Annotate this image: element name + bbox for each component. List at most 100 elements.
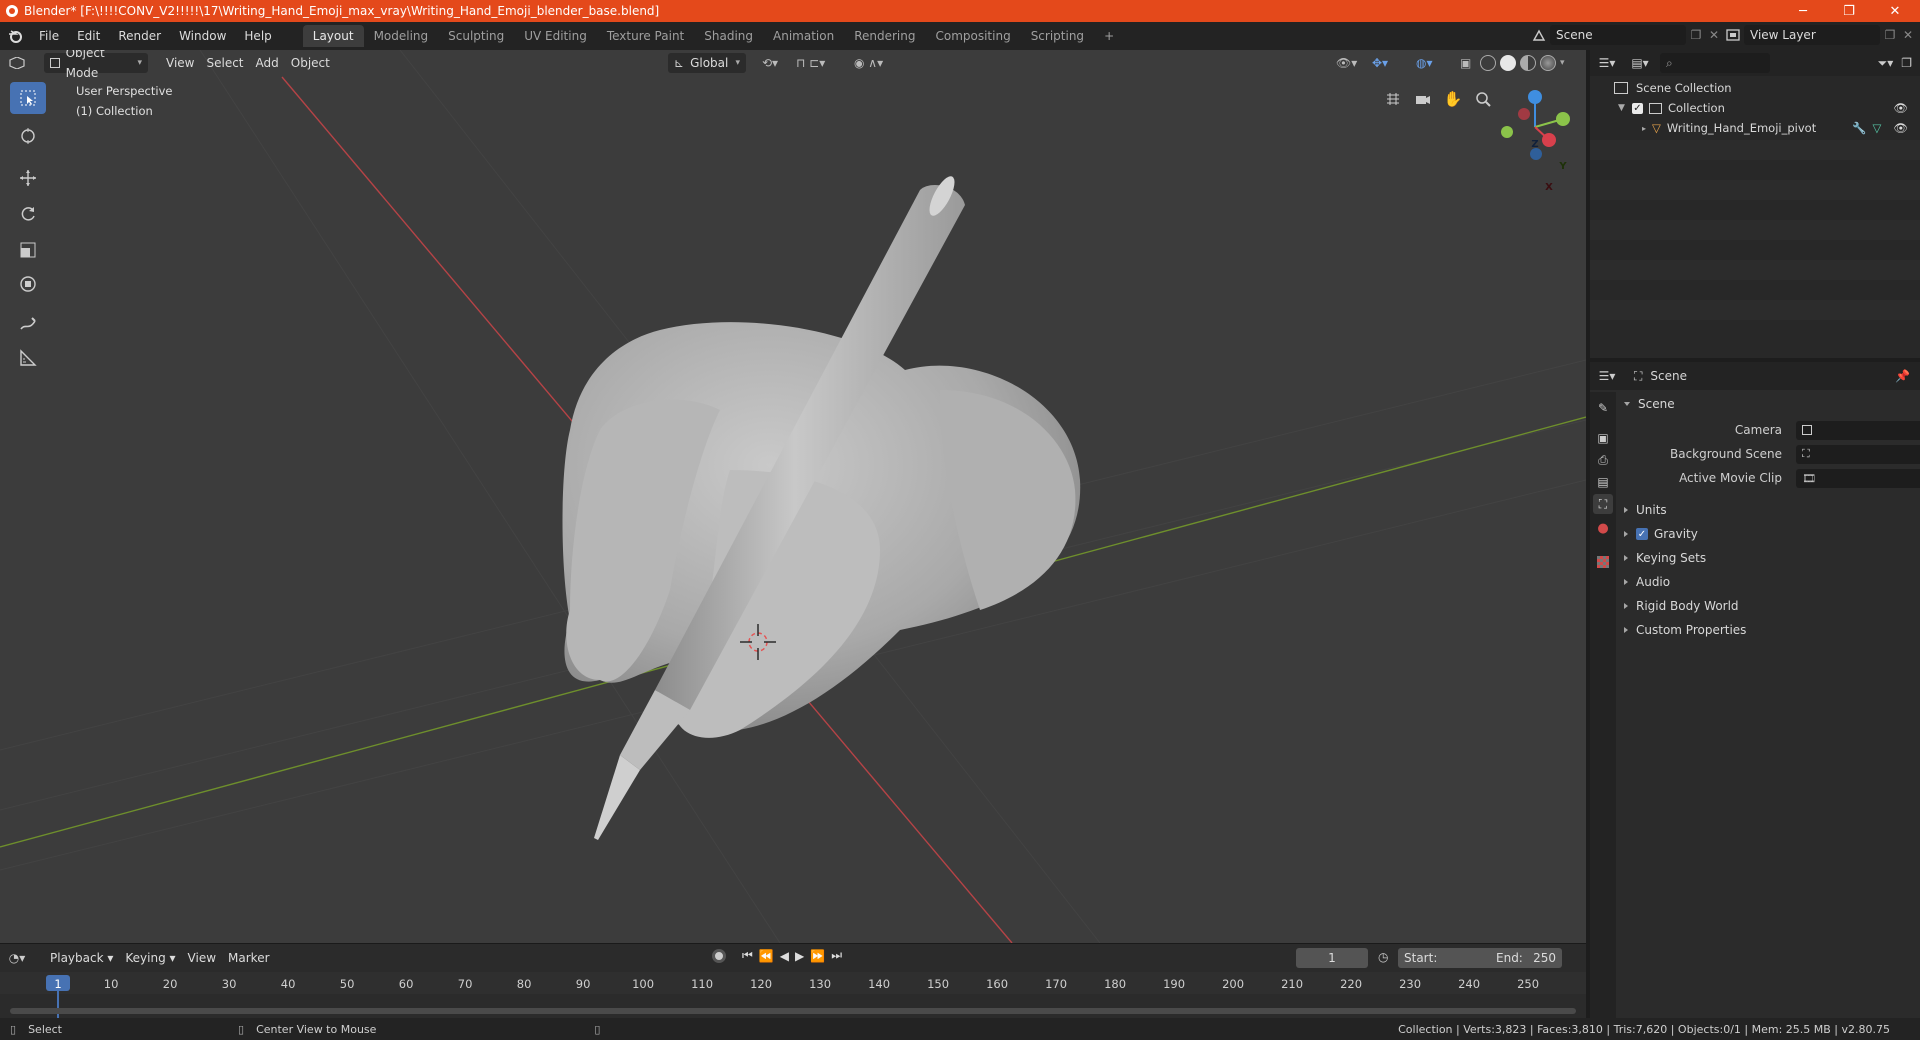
world-tab-icon[interactable]: ● — [1593, 518, 1613, 538]
scene-tab-icon[interactable]: ⛶ — [1593, 494, 1613, 514]
view-layer-icon[interactable] — [1722, 29, 1744, 41]
jump-keyframe-back-button[interactable]: ⏪ — [759, 949, 774, 963]
menu-window[interactable]: Window — [170, 25, 235, 47]
visibility-icon[interactable]: 👁▾ — [1330, 53, 1363, 73]
proportional-editing-icon[interactable]: ◉ ∧▾ — [848, 53, 889, 73]
scene-name-field[interactable]: Scene — [1550, 25, 1686, 45]
units-panel-header[interactable]: Units — [1624, 498, 1920, 522]
timeline-menu-view[interactable]: View — [182, 948, 222, 968]
blender-menu-icon[interactable] — [0, 29, 30, 43]
jump-end-button[interactable]: ⏭ — [831, 948, 842, 963]
rigid-body-world-panel-header[interactable]: Rigid Body World — [1624, 594, 1920, 618]
tab-uv-editing[interactable]: UV Editing — [514, 25, 597, 47]
overlays-icon[interactable]: ◍▾ — [1410, 53, 1439, 73]
record-button[interactable] — [712, 948, 726, 963]
audio-panel-header[interactable]: Audio — [1624, 570, 1920, 594]
snap-icon[interactable]: ⊓ ⊏▾ — [790, 53, 831, 73]
close-button[interactable]: ✕ — [1872, 0, 1918, 22]
menu-render[interactable]: Render — [109, 25, 170, 47]
tab-modeling[interactable]: Modeling — [364, 25, 439, 47]
preview-range-icon[interactable]: ◷ — [1378, 950, 1388, 964]
timeline-menu-playback[interactable]: Playback ▾ — [44, 948, 119, 968]
tab-animation[interactable]: Animation — [763, 25, 844, 47]
select-box-tool[interactable] — [10, 82, 46, 114]
viewport-menu-object[interactable]: Object — [285, 53, 336, 73]
camera-view-icon[interactable] — [1410, 86, 1436, 112]
render-tab-icon[interactable]: ▣ — [1593, 428, 1613, 448]
outliner-editor-type-icon[interactable]: ☰▾ — [1590, 56, 1624, 70]
timeline-menu-keying[interactable]: Keying ▾ — [119, 948, 181, 968]
background-scene-field[interactable]: ⛶ — [1796, 444, 1920, 464]
menu-help[interactable]: Help — [235, 25, 280, 47]
add-workspace-button[interactable]: + — [1094, 25, 1124, 47]
delete-scene-icon[interactable]: ✕ — [1706, 28, 1722, 42]
timeline-menu-marker[interactable]: Marker — [222, 948, 275, 968]
measure-tool[interactable] — [10, 342, 46, 374]
minimize-button[interactable]: ─ — [1780, 0, 1826, 22]
texture-tab-icon[interactable] — [1593, 552, 1613, 572]
outliner-row-collection[interactable]: ▼ ✓ Collection 👁 — [1590, 98, 1920, 118]
annotate-tool[interactable] — [10, 308, 46, 340]
tool-tab-icon[interactable]: ✎ — [1593, 398, 1613, 418]
material-shading-icon[interactable] — [1520, 55, 1536, 71]
wireframe-shading-icon[interactable] — [1480, 55, 1496, 71]
menu-edit[interactable]: Edit — [68, 25, 109, 47]
menu-file[interactable]: File — [30, 25, 68, 47]
new-view-layer-icon[interactable]: ❐ — [1880, 28, 1900, 42]
cursor-tool[interactable] — [10, 120, 46, 152]
end-frame-field[interactable]: End: 250 — [1490, 948, 1562, 968]
timeline-editor-type-icon[interactable]: ◔▾ — [0, 951, 34, 965]
expand-arrow-icon[interactable]: ▼ — [1618, 103, 1632, 113]
tab-rendering[interactable]: Rendering — [844, 25, 925, 47]
viewport-menu-add[interactable]: Add — [250, 53, 285, 73]
viewport-menu-view[interactable]: View — [160, 53, 200, 73]
transform-orientation-dropdown[interactable]: ⊾ Global ▾ — [668, 53, 746, 73]
play-button[interactable]: ▶ — [795, 949, 804, 963]
output-tab-icon[interactable]: ⎙ — [1593, 450, 1613, 470]
pan-view-icon[interactable]: ✋ — [1440, 86, 1466, 112]
collection-exclude-checkbox[interactable]: ✓ — [1632, 102, 1643, 114]
zoom-view-icon[interactable] — [1470, 86, 1496, 112]
view-layer-field[interactable]: View Layer — [1744, 25, 1880, 45]
current-frame-field[interactable]: 1 — [1296, 948, 1368, 968]
new-scene-icon[interactable]: ❐ — [1686, 28, 1706, 42]
pivot-point-icon[interactable]: ⟲▾ — [756, 53, 784, 73]
rotate-tool[interactable] — [10, 198, 46, 230]
3d-viewport[interactable]: Z Y X Object Mode ▾ View Select Add Obje… — [0, 50, 1586, 943]
tab-sculpting[interactable]: Sculpting — [438, 25, 514, 47]
scene-panel-header[interactable]: Scene — [1624, 392, 1920, 416]
editor-type-icon[interactable] — [0, 57, 34, 69]
jump-keyframe-forward-button[interactable]: ⏩ — [810, 949, 825, 963]
gravity-panel-header[interactable]: ✓ Gravity — [1624, 522, 1920, 546]
chevron-down-icon[interactable]: ▾ — [1560, 58, 1565, 68]
object-visibility-eye-icon[interactable]: 👁 — [1893, 121, 1908, 135]
tab-compositing[interactable]: Compositing — [925, 25, 1020, 47]
tab-scripting[interactable]: Scripting — [1021, 25, 1094, 47]
display-mode-icon[interactable]: ▤▾ — [1624, 56, 1656, 70]
filter-icon[interactable]: ⏷▾ — [1878, 56, 1894, 71]
tab-texture-paint[interactable]: Texture Paint — [597, 25, 694, 47]
mesh-data-icon[interactable]: ▽ — [1873, 121, 1882, 135]
collection-visibility-eye-icon[interactable]: 👁 — [1893, 101, 1908, 115]
xray-icon[interactable]: ▣ — [1454, 53, 1477, 73]
gravity-checkbox[interactable]: ✓ — [1636, 528, 1648, 540]
keying-sets-panel-header[interactable]: Keying Sets — [1624, 546, 1920, 570]
view-layer-tab-icon[interactable]: ▤ — [1593, 472, 1613, 492]
jump-start-button[interactable]: ⏮ — [742, 948, 753, 963]
tab-shading[interactable]: Shading — [694, 25, 763, 47]
outliner-search-input[interactable]: ⌕ — [1660, 53, 1770, 73]
pin-icon[interactable]: 📌 — [1895, 369, 1910, 383]
properties-editor-type-icon[interactable]: ☰▾ — [1590, 369, 1624, 383]
timeline-scrollbar[interactable] — [10, 1008, 1576, 1014]
tab-layout[interactable]: Layout — [302, 25, 364, 47]
solid-shading-icon[interactable] — [1500, 55, 1516, 71]
outliner-row-object[interactable]: ▸ ▽ Writing_Hand_Emoji_pivot 🔧 ▽ 👁 — [1590, 118, 1920, 138]
scene-selector-icon[interactable] — [1528, 28, 1550, 42]
play-reverse-button[interactable]: ◀ — [780, 949, 789, 963]
new-collection-icon[interactable]: ❐ — [1901, 56, 1912, 70]
custom-properties-panel-header[interactable]: Custom Properties — [1624, 618, 1920, 642]
transform-tool[interactable] — [10, 268, 46, 300]
outliner-row-scene-collection[interactable]: Scene Collection — [1590, 78, 1920, 98]
gizmo-toggle-icon[interactable]: ✥▾ — [1366, 53, 1394, 73]
scale-tool[interactable] — [10, 234, 46, 266]
